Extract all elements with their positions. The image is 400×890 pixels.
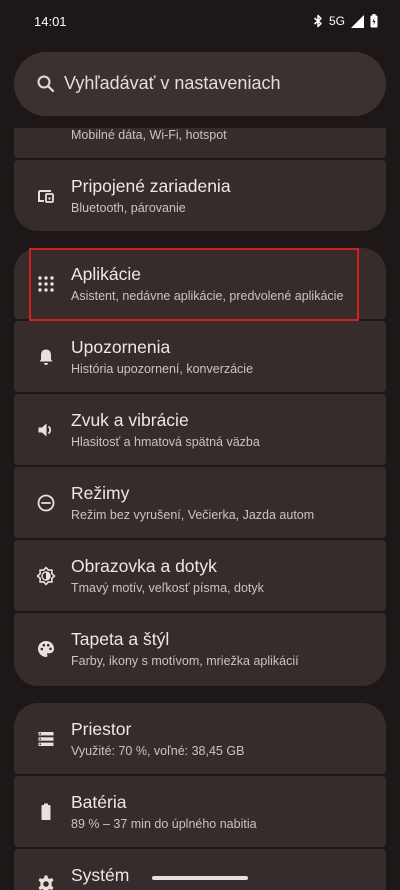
item-title: Režimy xyxy=(71,483,130,503)
settings-item-modes[interactable]: Režimy Režim bez vyrušení, Večierka, Jaz… xyxy=(14,467,386,538)
search-bar[interactable]: Vyhľadávať v nastaveniach xyxy=(14,52,386,116)
devices-icon xyxy=(36,186,56,206)
gesture-nav-handle[interactable] xyxy=(152,876,248,880)
settings-item-wallpaper[interactable]: Tapeta a štýl Farby, ikony s motívom, mr… xyxy=(14,613,386,686)
settings-item-display[interactable]: Obrazovka a dotyk Tmavý motív, veľkosť p… xyxy=(14,540,386,611)
item-title: Aplikácie xyxy=(71,264,142,284)
settings-item-sound[interactable]: Zvuk a vibrácie Hlasitosť a hmatová spät… xyxy=(14,394,386,465)
item-title: Priestor xyxy=(71,719,132,739)
bell-icon xyxy=(36,347,56,367)
settings-item-apps[interactable]: Aplikácie Asistent, nedávne aplikácie, p… xyxy=(14,248,386,319)
settings-item-storage[interactable]: Priestor Využité: 70 %, voľné: 38,45 GB xyxy=(14,703,386,774)
settings-screen: 14:01 5G Vyhľadávať v nastaveniach Mobil… xyxy=(0,0,400,890)
item-title: Tapeta a štýl xyxy=(71,629,170,649)
settings-item-battery[interactable]: Batéria 89 % – 37 min do úplného nabitia xyxy=(14,776,386,847)
system-gear-icon xyxy=(36,874,56,890)
item-subtitle: Tmavý motív, veľkosť písma, dotyk xyxy=(71,581,264,595)
status-icons: 5G xyxy=(313,13,378,29)
palette-icon xyxy=(36,639,56,659)
bluetooth-icon xyxy=(313,14,322,28)
network-type: 5G xyxy=(328,14,345,28)
item-subtitle: Farby, ikony s motívom, mriežka aplikáci… xyxy=(71,654,299,668)
settings-item-connected-devices[interactable]: Pripojené zariadenia Bluetooth, párovani… xyxy=(14,160,386,231)
item-title: Obrazovka a dotyk xyxy=(71,556,217,576)
item-subtitle: Režim bez vyrušení, Večierka, Jazda auto… xyxy=(71,508,315,522)
battery-icon xyxy=(36,802,56,822)
item-subtitle: Asistent, nedávne aplikácie, predvolené … xyxy=(71,289,344,303)
settings-item-network[interactable]: Mobilné dáta, Wi-Fi, hotspot xyxy=(14,128,386,158)
item-subtitle: Mobilné dáta, Wi-Fi, hotspot xyxy=(71,128,227,142)
item-title: Batéria xyxy=(71,792,127,812)
item-subtitle: História upozornení, konverzácie xyxy=(71,362,254,376)
signal-icon xyxy=(351,14,364,28)
modes-icon xyxy=(36,493,56,513)
status-time: 14:01 xyxy=(34,14,67,29)
storage-icon xyxy=(36,729,56,749)
item-subtitle: Využité: 70 %, voľné: 38,45 GB xyxy=(71,744,245,758)
item-subtitle: Hlasitosť a hmatová spätná väzba xyxy=(71,435,260,449)
volume-icon xyxy=(36,420,56,440)
search-icon xyxy=(37,75,55,93)
item-title: Systém xyxy=(71,865,130,885)
battery-icon xyxy=(370,14,378,28)
settings-item-notifications[interactable]: Upozornenia História upozornení, konverz… xyxy=(14,321,386,392)
item-title: Upozornenia xyxy=(71,337,171,357)
settings-item-system[interactable]: Systém xyxy=(14,849,386,890)
status-bar: 14:01 5G xyxy=(0,0,400,44)
apps-grid-icon xyxy=(36,274,56,294)
item-title: Zvuk a vibrácie xyxy=(71,410,189,430)
search-input[interactable]: Vyhľadávať v nastaveniach xyxy=(64,73,280,94)
item-subtitle: Bluetooth, párovanie xyxy=(71,201,186,215)
item-title: Pripojené zariadenia xyxy=(71,176,231,196)
brightness-icon xyxy=(36,566,56,586)
item-subtitle: 89 % – 37 min do úplného nabitia xyxy=(71,817,257,831)
